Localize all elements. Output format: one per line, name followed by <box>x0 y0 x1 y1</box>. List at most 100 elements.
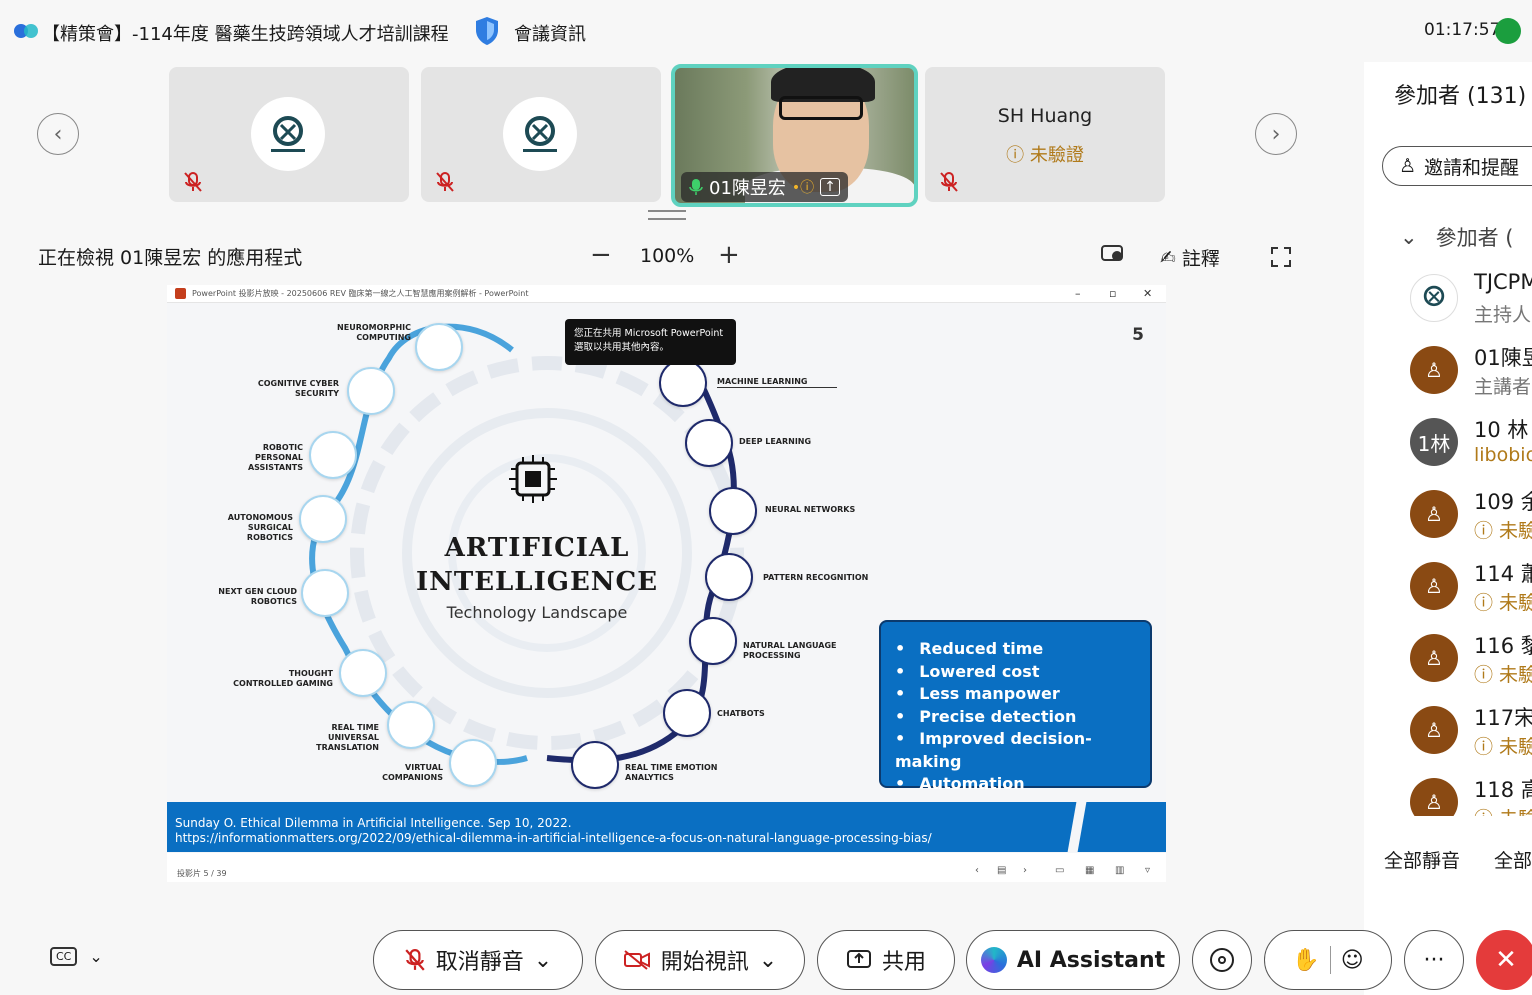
minimize-icon[interactable]: – <box>1075 287 1081 300</box>
benefits-box: Reduced time Lowered cost Less manpower … <box>879 620 1152 793</box>
ai-assistant-button[interactable]: AI Assistant <box>966 930 1180 990</box>
zoom-level[interactable]: 100% <box>640 245 694 267</box>
slide-menu-icon[interactable]: ▤ <box>997 865 1006 876</box>
record-icon <box>1210 948 1234 972</box>
signal-strength-icon <box>1495 18 1521 44</box>
participant-row[interactable]: ♙ 117宋 ⓘ 未驗 <box>1410 698 1532 762</box>
participant-row[interactable]: ♙ 114 蕭 ⓘ 未驗 <box>1410 554 1532 618</box>
shared-screen[interactable]: PowerPoint 投影片放映 - 20250606 REV 臨床第一線之人工… <box>167 285 1166 882</box>
zoom-in-button[interactable]: + <box>718 240 740 270</box>
person-icon: ♙ <box>1410 562 1458 610</box>
node-label: DEEP LEARNING <box>739 437 812 446</box>
close-icon[interactable]: ✕ <box>1143 287 1152 300</box>
translation-icon <box>387 701 435 749</box>
prev-thumbnails-button[interactable]: ‹ <box>37 113 79 155</box>
raise-hand-icon: ✋ <box>1292 947 1320 973</box>
unmute-button[interactable]: 取消靜音 ⌄ <box>373 930 583 990</box>
participant-thumbnail[interactable] <box>421 67 661 202</box>
muted-mic-icon <box>940 172 958 192</box>
participant-row[interactable]: ♙ 116 黎 ⓘ 未驗 <box>1410 626 1532 690</box>
initials-avatar: 1林 <box>1410 418 1458 466</box>
start-video-button[interactable]: 開始視訊 ⌄ <box>595 930 805 990</box>
person-icon: ♙ <box>1410 778 1458 816</box>
participant-row[interactable]: ♙ 109 余 ⓘ 未驗 <box>1410 482 1532 546</box>
participant-thumbnail[interactable]: SH Huang ⓘ 未驗證 <box>925 67 1165 202</box>
emoji-icon: ☺ <box>1340 947 1364 973</box>
slideshow-view-icon[interactable]: ▿ <box>1145 865 1150 876</box>
personal-assistant-icon <box>309 431 357 479</box>
node-label: CHATBOTS <box>717 709 765 718</box>
surgical-robot-icon <box>299 495 347 543</box>
node-label: COGNITIVE CYBER SECURITY <box>257 379 339 398</box>
zoom-out-button[interactable]: − <box>590 240 612 270</box>
reactions-divider <box>1329 946 1331 974</box>
prev-slide-icon[interactable]: ‹ <box>975 865 979 876</box>
participant-name: 117宋 <box>1474 706 1532 730</box>
share-control-icon[interactable] <box>1100 244 1126 266</box>
annotate-button[interactable]: ✍ 註釋 <box>1160 244 1220 271</box>
unverified-icon: •ⓘ <box>791 180 815 196</box>
person-add-icon: ♙ <box>1399 155 1417 177</box>
unmute-all-button[interactable]: 全部 <box>1494 846 1532 873</box>
restore-icon[interactable]: ▫ <box>1109 287 1116 300</box>
person-icon: ♙ <box>1410 706 1458 754</box>
top-bar: 【精策會】-114年度 醫藥生技跨領域人才培訓課程 會議資訊 01:17:57 <box>0 0 1532 62</box>
captions-button[interactable]: CC ⌄ <box>50 947 103 966</box>
mic-on-icon <box>689 179 703 195</box>
shield-icon[interactable] <box>474 16 500 46</box>
benefit-item: Lowered cost <box>895 661 1140 684</box>
share-button[interactable]: 共用 <box>817 930 955 990</box>
participant-thumbnail[interactable] <box>169 67 409 202</box>
meeting-info-link[interactable]: 會議資訊 <box>514 20 586 46</box>
node-label: THOUGHT CONTROLLED GAMING <box>233 669 333 688</box>
node-label: NEURAL NETWORKS <box>765 505 856 514</box>
participant-row[interactable]: ♙ 118 高 ⓘ 未驗 <box>1410 770 1532 816</box>
record-button[interactable] <box>1192 930 1252 990</box>
node-label: ROBOTIC PERSONAL ASSISTANTS <box>247 443 303 472</box>
start-video-label: 開始視訊 <box>660 950 749 975</box>
slide-subtitle: Technology Landscape <box>446 603 628 622</box>
participant-row[interactable]: TJCPM 主持人 <box>1410 266 1532 330</box>
emotion-analytics-icon <box>571 741 619 789</box>
normal-view-icon[interactable]: ▭ <box>1055 865 1064 876</box>
closed-captions-icon: CC <box>50 947 78 966</box>
speaker-name: 01陳昱宏 <box>709 178 786 199</box>
reading-view-icon[interactable]: ▥ <box>1115 865 1124 876</box>
participant-name: 01陳昱 <box>1474 346 1532 370</box>
nlp-icon <box>689 617 737 665</box>
citation-bar: Sunday O. Ethical Dilemma in Artificial … <box>167 802 1166 852</box>
citation-url: https://informationmatters.org/2022/09/e… <box>175 831 932 845</box>
neuromorphic-icon <box>415 323 463 371</box>
resize-handle[interactable] <box>648 210 686 220</box>
next-thumbnails-button[interactable]: › <box>1255 113 1297 155</box>
node-label: REAL TIME UNIVERSAL TRANSLATION <box>316 723 379 752</box>
ai-assistant-label: AI Assistant <box>1016 947 1166 973</box>
more-options-button[interactable]: ··· <box>1404 930 1464 990</box>
invite-button[interactable]: ♙ 邀請和提醒 <box>1382 146 1532 186</box>
gaming-icon <box>339 649 387 697</box>
person-icon: ♙ <box>1410 634 1458 682</box>
benefit-item: Precise detection <box>895 706 1140 729</box>
speaker-name-pill: 01陳昱宏 •ⓘ ↑ <box>681 172 848 202</box>
powerpoint-title: PowerPoint 投影片放映 - 20250606 REV 臨床第一線之人工… <box>192 289 529 298</box>
control-bar: CC ⌄ 取消靜音 ⌄ 開始視訊 ⌄ 共用 AI Assistant ✋ ☺ ·… <box>0 920 1532 995</box>
participant-row[interactable]: 1林 10 林 libobio <box>1410 410 1532 474</box>
active-speaker-video[interactable]: 01陳昱宏 •ⓘ ↑ <box>671 64 918 207</box>
fullscreen-icon[interactable] <box>1270 246 1292 268</box>
node-label: NEXT GEN CLOUD ROBOTICS <box>218 587 297 606</box>
muted-mic-icon <box>405 948 425 971</box>
meeting-title: 【精策會】-114年度 醫藥生技跨領域人才培訓課程 <box>42 24 449 45</box>
reactions-button[interactable]: ✋ ☺ <box>1264 930 1392 990</box>
meeting-timer: 01:17:57 <box>1424 20 1501 40</box>
benefit-item: Improved decision-making <box>895 728 1140 773</box>
leave-meeting-button[interactable]: ✕ <box>1476 930 1532 990</box>
chevron-down-icon[interactable]: ⌄ <box>534 948 552 973</box>
node-label: VIRTUAL COMPANIONS <box>382 763 443 782</box>
sorter-view-icon[interactable]: ▦ <box>1085 865 1094 876</box>
chevron-down-icon[interactable]: ⌄ <box>759 948 777 973</box>
participants-section-header[interactable]: ⌄ 參加者 ( <box>1400 222 1513 252</box>
participant-row[interactable]: ♙ 01陳昱 主講者 <box>1410 338 1532 402</box>
share-tooltip: 您正在共用 Microsoft PowerPoint 選取以共用其他內容。 <box>565 319 736 365</box>
mute-all-button[interactable]: 全部靜音 <box>1384 846 1460 873</box>
next-slide-icon[interactable]: › <box>1023 865 1027 876</box>
